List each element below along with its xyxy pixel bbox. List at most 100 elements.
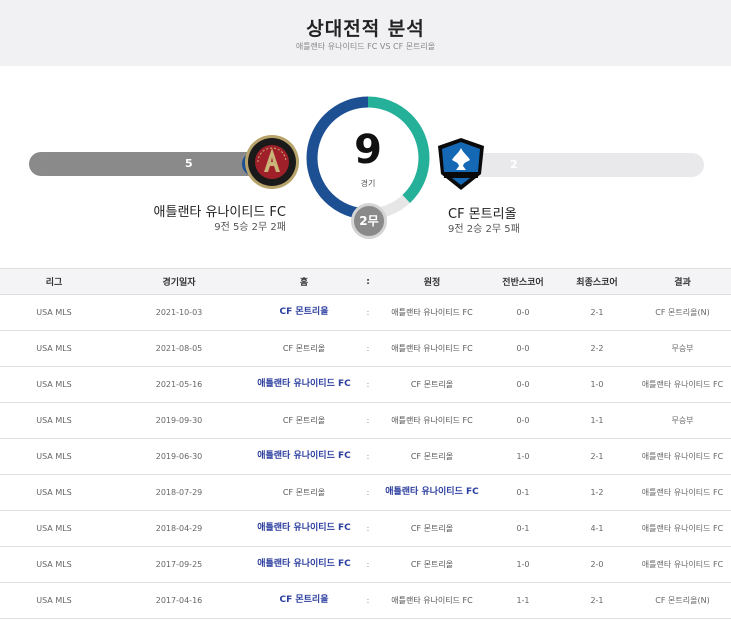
league-cell: USA MLS bbox=[0, 294, 108, 331]
league-cell: USA MLS bbox=[0, 582, 108, 619]
result-cell: 무승부 bbox=[634, 402, 731, 439]
table-row: USA MLS 2017-04-16 CF 몬트리올 : 애틀랜타 유나이티드 … bbox=[0, 582, 731, 619]
draws-badge: 2무 bbox=[351, 203, 387, 239]
date-cell: 2018-07-29 bbox=[108, 474, 250, 511]
half-score-cell: 0-0 bbox=[486, 330, 560, 367]
league-cell: USA MLS bbox=[0, 546, 108, 583]
date-cell: 2021-08-05 bbox=[108, 330, 250, 367]
half-score-cell: 0-0 bbox=[486, 402, 560, 439]
final-score-cell: 2-2 bbox=[560, 330, 634, 367]
result-cell: 애틀랜타 유나이티드 FC bbox=[634, 438, 731, 475]
final-score-cell: 2-1 bbox=[560, 438, 634, 475]
result-cell: 애틀랜타 유나이티드 FC bbox=[634, 510, 731, 547]
half-score-cell: 0-1 bbox=[486, 510, 560, 547]
col-league: 리그 bbox=[0, 268, 108, 295]
league-cell: USA MLS bbox=[0, 330, 108, 367]
table-header-row: 리그 경기일자 홈 : 원정 전반스코어 최종스코어 결과 bbox=[0, 268, 731, 295]
atlanta-united-logo bbox=[244, 134, 300, 190]
table-row: USA MLS 2018-07-29 CF 몬트리올 : 애틀랜타 유나이티드 … bbox=[0, 474, 731, 511]
away-team-cell: 애틀랜타 유나이티드 FC bbox=[378, 294, 486, 331]
away-team-cell: CF 몬트리올 bbox=[378, 438, 486, 475]
date-cell: 2019-06-30 bbox=[108, 438, 250, 475]
separator-cell: : bbox=[358, 474, 378, 511]
home-team-cell: CF 몬트리올 bbox=[250, 474, 358, 511]
head-to-head-summary: 5 2 9 경기 2무 애틀랜타 유나이티드 FC 9전 5승 2무 2패 CF… bbox=[0, 66, 731, 268]
page-title: 상대전적 분석 bbox=[306, 18, 425, 40]
page-subtitle: 애틀랜타 유나이티드 FC VS CF 몬트리올 bbox=[295, 42, 436, 51]
result-cell: 무승부 bbox=[634, 330, 731, 367]
home-team-cell: 애틀랜타 유나이티드 FC bbox=[250, 510, 358, 547]
home-team-cell: CF 몬트리올 bbox=[250, 402, 358, 439]
home-team-cell: 애틀랜타 유나이티드 FC bbox=[250, 438, 358, 475]
table-row: USA MLS 2018-04-29 애틀랜타 유나이티드 FC : CF 몬트… bbox=[0, 510, 731, 547]
final-score-cell: 2-0 bbox=[560, 546, 634, 583]
separator-cell: : bbox=[358, 510, 378, 547]
table-row: USA MLS 2019-09-30 CF 몬트리올 : 애틀랜타 유나이티드 … bbox=[0, 402, 731, 439]
home-wins-bar: 5 bbox=[29, 152, 269, 176]
cf-montreal-logo bbox=[434, 136, 488, 192]
total-games-label: 경기 bbox=[360, 179, 376, 188]
away-wins-bar: 2 bbox=[460, 153, 704, 177]
total-games-count: 9 bbox=[354, 127, 382, 173]
half-score-cell: 1-0 bbox=[486, 438, 560, 475]
home-team-cell: 애틀랜타 유나이티드 FC bbox=[250, 366, 358, 403]
separator-cell: : bbox=[358, 294, 378, 331]
away-team-record: 9전 2승 2무 5패 bbox=[448, 224, 520, 235]
date-cell: 2021-05-16 bbox=[108, 366, 250, 403]
separator-cell: : bbox=[358, 582, 378, 619]
half-score-cell: 0-0 bbox=[486, 294, 560, 331]
date-cell: 2018-04-29 bbox=[108, 510, 250, 547]
away-team-cell: CF 몬트리올 bbox=[378, 510, 486, 547]
home-team-record: 9전 5승 2무 2패 bbox=[214, 222, 286, 233]
half-score-cell: 1-1 bbox=[486, 582, 560, 619]
half-score-cell: 1-0 bbox=[486, 546, 560, 583]
home-team-cell: CF 몬트리올 bbox=[250, 294, 358, 331]
separator-cell: : bbox=[358, 366, 378, 403]
final-score-cell: 1-1 bbox=[560, 402, 634, 439]
page-header: 상대전적 분석 애틀랜타 유나이티드 FC VS CF 몬트리올 bbox=[0, 0, 731, 66]
result-cell: 애틀랜타 유나이티드 FC bbox=[634, 474, 731, 511]
final-score-cell: 2-1 bbox=[560, 582, 634, 619]
final-score-cell: 1-2 bbox=[560, 474, 634, 511]
col-final-score: 최종스코어 bbox=[560, 268, 634, 295]
table-row: USA MLS 2021-08-05 CF 몬트리올 : 애틀랜타 유나이티드 … bbox=[0, 330, 731, 367]
separator-cell: : bbox=[358, 438, 378, 475]
col-result: 결과 bbox=[634, 268, 731, 295]
col-date: 경기일자 bbox=[108, 268, 250, 295]
league-cell: USA MLS bbox=[0, 366, 108, 403]
date-cell: 2021-10-03 bbox=[108, 294, 250, 331]
half-score-cell: 0-1 bbox=[486, 474, 560, 511]
result-cell: 애틀랜타 유나이티드 FC bbox=[634, 546, 731, 583]
table-row: USA MLS 2019-06-30 애틀랜타 유나이티드 FC : CF 몬트… bbox=[0, 438, 731, 475]
half-score-cell: 0-0 bbox=[486, 366, 560, 403]
col-half-score: 전반스코어 bbox=[486, 268, 560, 295]
league-cell: USA MLS bbox=[0, 438, 108, 475]
away-team-cell: CF 몬트리올 bbox=[378, 546, 486, 583]
home-wins-count: 5 bbox=[185, 157, 193, 170]
league-cell: USA MLS bbox=[0, 510, 108, 547]
home-team-cell: 애틀랜타 유나이티드 FC bbox=[250, 546, 358, 583]
away-team-cell: 애틀랜타 유나이티드 FC bbox=[378, 582, 486, 619]
separator-cell: : bbox=[358, 546, 378, 583]
result-cell: 애틀랜타 유나이티드 FC bbox=[634, 366, 731, 403]
result-cell: CF 몬트리올(N) bbox=[634, 582, 731, 619]
table-row: USA MLS 2021-10-03 CF 몬트리올 : 애틀랜타 유나이티드 … bbox=[0, 294, 731, 331]
final-score-cell: 2-1 bbox=[560, 294, 634, 331]
date-cell: 2017-04-16 bbox=[108, 582, 250, 619]
final-score-cell: 4-1 bbox=[560, 510, 634, 547]
home-team-cell: CF 몬트리올 bbox=[250, 582, 358, 619]
separator-cell: : bbox=[358, 330, 378, 367]
away-team-cell: 애틀랜타 유나이티드 FC bbox=[378, 330, 486, 367]
separator-cell: : bbox=[358, 402, 378, 439]
date-cell: 2019-09-30 bbox=[108, 402, 250, 439]
col-separator: : bbox=[358, 268, 378, 295]
away-team-cell: 애틀랜타 유나이티드 FC bbox=[378, 474, 486, 511]
match-history-table: 리그 경기일자 홈 : 원정 전반스코어 최종스코어 결과 USA MLS 20… bbox=[0, 268, 731, 619]
league-cell: USA MLS bbox=[0, 402, 108, 439]
league-cell: USA MLS bbox=[0, 474, 108, 511]
col-away: 원정 bbox=[378, 268, 486, 295]
final-score-cell: 1-0 bbox=[560, 366, 634, 403]
col-home: 홈 bbox=[250, 268, 358, 295]
away-team-cell: 애틀랜타 유나이티드 FC bbox=[378, 402, 486, 439]
away-team-cell: CF 몬트리올 bbox=[378, 366, 486, 403]
